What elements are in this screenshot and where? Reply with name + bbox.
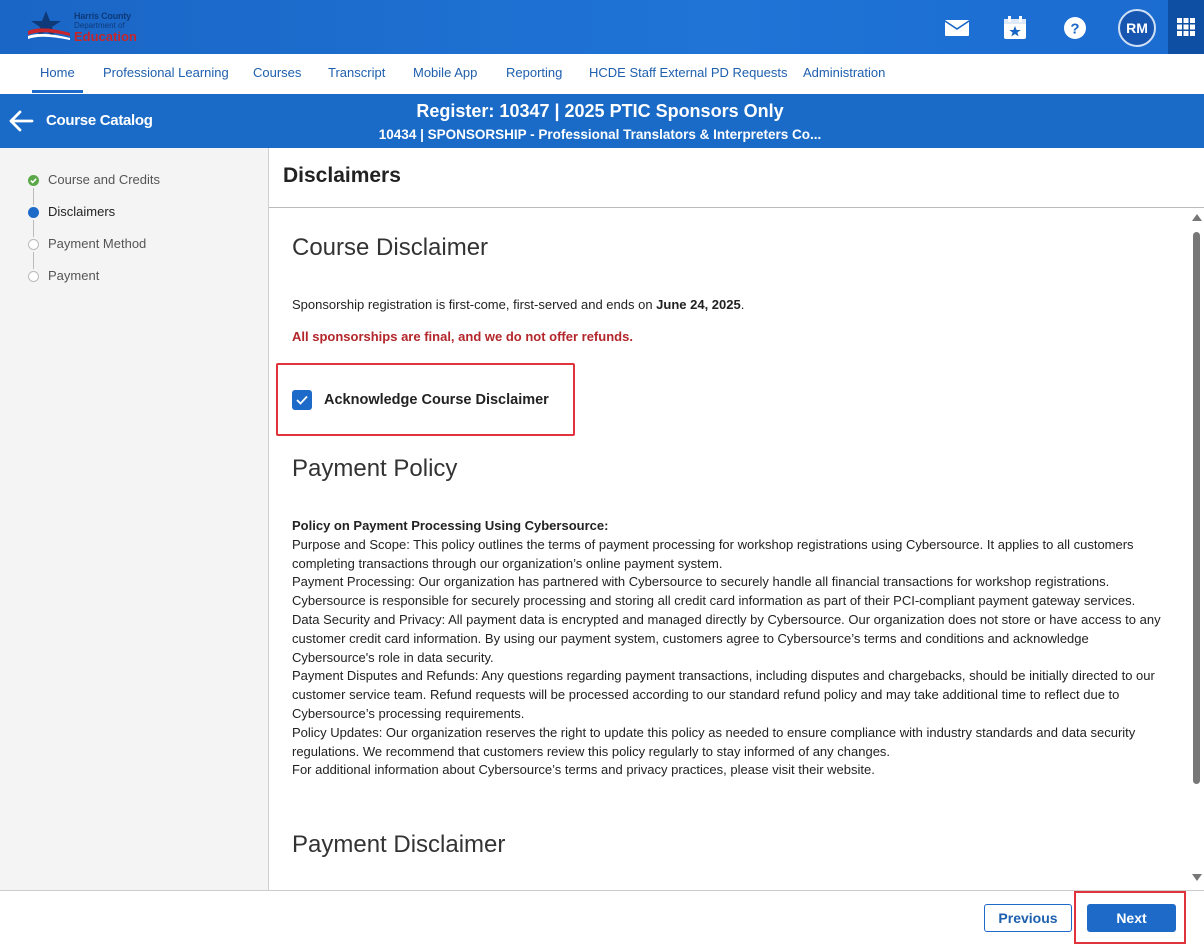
policy-paragraph: For additional information about Cyberso…	[292, 762, 875, 778]
scroll-down-icon[interactable]	[1192, 874, 1202, 881]
nav-hcde-staff-external-pd[interactable]: HCDE Staff External PD Requests	[589, 54, 787, 92]
apps-grid-icon[interactable]	[1168, 0, 1204, 54]
policy-paragraph: Purpose and Scope: This policy outlines …	[292, 536, 1134, 571]
main-nav: Home Professional Learning Courses Trans…	[0, 54, 1204, 95]
policy-paragraph: Policy Updates: Our organization reserve…	[292, 724, 1136, 759]
nav-administration[interactable]: Administration	[803, 54, 885, 92]
step-connector	[33, 220, 34, 237]
refund-warning: All sponsorships are final, and we do no…	[292, 329, 633, 344]
nav-transcript[interactable]: Transcript	[328, 54, 385, 92]
nav-courses[interactable]: Courses	[253, 54, 301, 92]
registration-subtitle: 10434 | SPONSORSHIP - Professional Trans…	[378, 127, 822, 142]
step-sidebar: Course and Credits Disclaimers Payment M…	[0, 148, 269, 890]
course-disclaimer-title: Course Disclaimer	[292, 234, 489, 261]
logo-text-line1: Harris County	[74, 11, 131, 21]
check-circle-icon	[28, 175, 39, 186]
checkbox-checked-icon[interactable]	[292, 390, 312, 410]
page-title: Disclaimers	[283, 164, 401, 187]
course-catalog-link[interactable]: Course Catalog	[46, 112, 153, 129]
policy-paragraph: Data Security and Privacy: All payment d…	[292, 611, 1161, 665]
disclaimer-end-date: June 24, 2025	[656, 297, 741, 312]
step-label: Payment	[48, 268, 100, 283]
payment-disclaimer-title: Payment Disclaimer	[292, 831, 506, 858]
step-label: Payment Method	[48, 236, 147, 251]
disclaimer-text-after: .	[740, 297, 745, 312]
pending-step-dot-icon	[28, 271, 39, 282]
registration-title: Register: 10347 | 2025 PTIC Sponsors Onl…	[416, 101, 784, 121]
payment-policy-title: Payment Policy	[292, 455, 458, 482]
previous-button[interactable]: Previous	[984, 904, 1072, 932]
back-arrow-icon[interactable]	[8, 109, 34, 133]
current-step-dot-icon	[28, 207, 39, 218]
policy-paragraph: Payment Processing: Our organization has…	[292, 574, 1136, 609]
nav-home[interactable]: Home	[32, 54, 83, 93]
policy-paragraph: Payment Disputes and Refunds: Any questi…	[292, 668, 1155, 721]
disclaimers-content[interactable]: Course Disclaimer Sponsorship registrati…	[269, 208, 1189, 890]
hcde-logo[interactable]: Harris County Department of Education	[26, 9, 146, 45]
avatar[interactable]: RM	[1118, 9, 1156, 47]
step-connector	[33, 188, 34, 205]
mail-icon[interactable]	[943, 14, 971, 42]
step-label: Course and Credits	[48, 172, 160, 187]
acknowledge-label[interactable]: Acknowledge Course Disclaimer	[324, 392, 549, 408]
calendar-star-icon[interactable]	[1001, 14, 1029, 42]
disclaimer-text-before: Sponsorship registration is first-come, …	[292, 297, 657, 312]
policy-heading: Policy on Payment Processing Using Cyber…	[292, 518, 609, 533]
star-flag-icon	[28, 11, 70, 40]
nav-reporting[interactable]: Reporting	[506, 54, 562, 92]
avatar-initials: RM	[1126, 20, 1148, 36]
logo-text-line3: Education	[74, 29, 137, 44]
course-disclaimer-text: Sponsorship registration is first-come, …	[292, 297, 744, 312]
payment-policy-text: Policy on Payment Processing Using Cyber…	[292, 517, 1172, 780]
next-button[interactable]: Next	[1087, 904, 1176, 932]
top-bar: Harris County Department of Education ? …	[0, 0, 1204, 54]
page-header: Disclaimers	[269, 148, 1204, 208]
registration-banner: Course Catalog Register: 10347 | 2025 PT…	[0, 94, 1204, 148]
acknowledge-disclaimer-checkbox[interactable]: Acknowledge Course Disclaimer	[292, 390, 549, 410]
scroll-up-icon[interactable]	[1192, 214, 1202, 221]
pending-step-dot-icon	[28, 239, 39, 250]
content-scrollbar[interactable]	[1189, 208, 1204, 890]
help-icon[interactable]: ?	[1061, 14, 1089, 42]
nav-professional-learning[interactable]: Professional Learning	[103, 54, 229, 92]
nav-mobile-app[interactable]: Mobile App	[413, 54, 477, 92]
step-label: Disclaimers	[48, 204, 116, 219]
svg-text:?: ?	[1070, 21, 1079, 38]
step-connector	[33, 252, 34, 269]
scrollbar-thumb[interactable]	[1193, 232, 1200, 784]
